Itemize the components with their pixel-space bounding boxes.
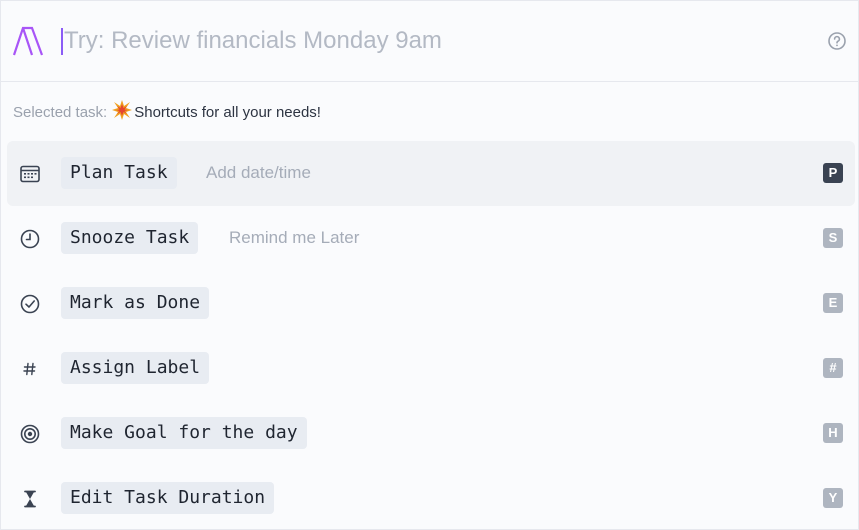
shortcut-key-badge: S	[823, 228, 843, 248]
action-label: Mark as Done	[61, 287, 210, 319]
action-row-make-goal[interactable]: Make Goal for the day H	[7, 401, 855, 466]
search-input[interactable]	[64, 23, 804, 59]
action-list: Plan Task Add date/time P Snooze Task Re…	[7, 141, 855, 530]
search-bar	[1, 1, 858, 82]
calendar-icon	[20, 165, 40, 183]
target-icon	[20, 424, 40, 444]
shortcut-key-badge: E	[823, 293, 843, 313]
selected-task: Selected task: Shortcuts for all your ne…	[13, 100, 321, 126]
shortcut-key-badge: Y	[823, 488, 843, 508]
action-row-assign-label[interactable]: Assign Label #	[7, 336, 855, 401]
action-label: Make Goal for the day	[61, 417, 307, 449]
action-row-snooze-task[interactable]: Snooze Task Remind me Later S	[7, 206, 855, 271]
action-label: Assign Label	[61, 352, 210, 384]
text-caret	[61, 28, 63, 55]
command-palette: Selected task: Shortcuts for all your ne…	[0, 0, 859, 530]
action-hint: Remind me Later	[229, 228, 360, 247]
explosion-emoji-icon	[112, 100, 134, 126]
check-circle-icon	[20, 294, 40, 314]
action-row-plan-task[interactable]: Plan Task Add date/time P	[7, 141, 855, 206]
action-label: Edit Task Duration	[61, 482, 275, 514]
action-hint: Add date/time	[206, 163, 311, 182]
hourglass-icon	[24, 490, 36, 508]
question-circle-icon[interactable]	[827, 31, 847, 51]
clock-icon	[20, 229, 40, 249]
action-row-mark-as-done[interactable]: Mark as Done E	[7, 271, 855, 336]
selected-task-label: Selected task:	[13, 104, 108, 121]
action-label: Plan Task	[61, 157, 177, 189]
shortcut-key-badge: P	[823, 163, 843, 183]
shortcut-key-badge: H	[823, 423, 843, 443]
selected-task-value: Shortcuts for all your needs!	[134, 104, 321, 121]
shortcut-key-badge: #	[823, 358, 843, 378]
app-logo	[12, 26, 44, 56]
action-row-edit-duration[interactable]: Edit Task Duration Y	[7, 466, 855, 530]
action-label: Snooze Task	[61, 222, 199, 254]
hashtag-icon	[23, 362, 36, 376]
